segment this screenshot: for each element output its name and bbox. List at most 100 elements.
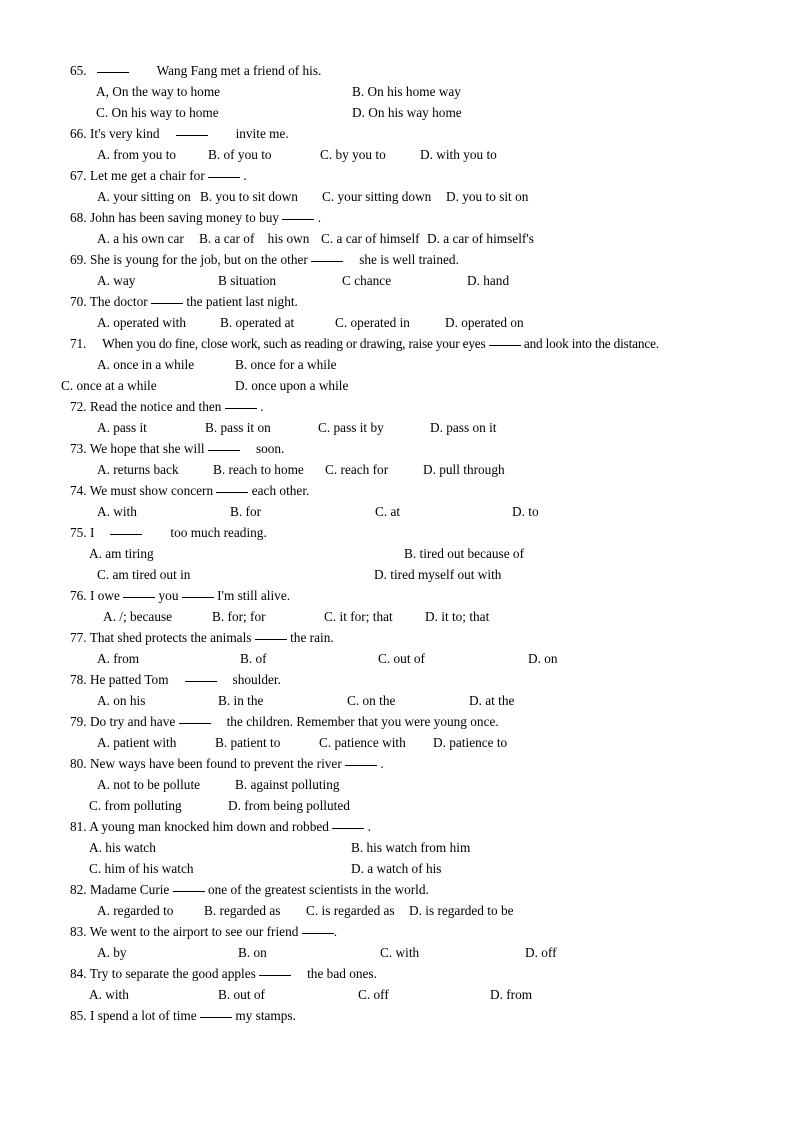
option-75-c[interactable]: C. am tired out in	[97, 564, 190, 585]
option-73-b[interactable]: B. reach to home	[213, 459, 304, 480]
question-number-66: 66.	[70, 126, 87, 141]
option-84-c[interactable]: C. off	[358, 984, 389, 1005]
option-82-d[interactable]: D. is regarded to be	[409, 900, 514, 921]
question-stem-74: 74. We must show concern each other.	[70, 480, 770, 501]
option-82-b[interactable]: B. regarded as	[204, 900, 280, 921]
option-83-c[interactable]: C. with	[380, 942, 419, 963]
question-text-72-after: .	[260, 399, 264, 414]
option-72-d[interactable]: D. pass on it	[430, 417, 497, 438]
option-73-a[interactable]: A. returns back	[97, 459, 179, 480]
option-76-b[interactable]: B. for; for	[212, 606, 266, 627]
question-options-69: A. way B situation C chance D. hand	[70, 270, 770, 291]
option-81-d[interactable]: D. a watch of his	[351, 858, 441, 879]
question-stem-81: 81. A young man knocked him down and rob…	[70, 816, 770, 837]
option-75-a[interactable]: A. am tiring	[89, 543, 154, 564]
option-79-a[interactable]: A. patient with	[97, 732, 176, 753]
question-stem-77: 77. That shed protects the animals the r…	[70, 627, 770, 648]
option-71-c[interactable]: C. once at a while	[61, 375, 157, 396]
question-stem-82: 82. Madame Curie one of the greatest sci…	[70, 879, 770, 900]
option-83-d[interactable]: D. off	[525, 942, 557, 963]
option-78-d[interactable]: D. at the	[469, 690, 514, 711]
option-84-d[interactable]: D. from	[490, 984, 532, 1005]
option-74-b[interactable]: B. for	[230, 501, 261, 522]
option-81-c[interactable]: C. him of his watch	[89, 858, 194, 879]
question-text-79-after: the children. Remember that you were you…	[226, 714, 499, 729]
option-68-b[interactable]: B. a car of his own	[199, 228, 309, 249]
option-74-d[interactable]: D. to	[512, 501, 539, 522]
question-stem-76: 76. I owe you I'm still alive.	[70, 585, 770, 606]
option-65-d[interactable]: D. On his way home	[352, 102, 462, 123]
option-77-a[interactable]: A. from	[97, 648, 139, 669]
option-69-c[interactable]: C chance	[342, 270, 391, 291]
option-67-c[interactable]: C. your sitting down	[322, 186, 431, 207]
option-68-a[interactable]: A. a his own car	[97, 228, 184, 249]
question-number-82: 82.	[70, 882, 87, 897]
question-text-85-before: I spend a lot of time	[89, 1008, 197, 1023]
option-75-d[interactable]: D. tired myself out with	[374, 564, 501, 585]
option-65-b[interactable]: B. On his home way	[352, 81, 461, 102]
option-73-d[interactable]: D. pull through	[423, 459, 505, 480]
answer-blank	[175, 135, 208, 136]
option-68-d[interactable]: D. a car of himself's	[427, 228, 534, 249]
option-80-c[interactable]: C. from polluting	[89, 795, 182, 816]
option-79-c[interactable]: C. patience with	[319, 732, 406, 753]
option-72-a[interactable]: A. pass it	[97, 417, 147, 438]
option-77-d[interactable]: D. on	[528, 648, 558, 669]
option-76-d[interactable]: D. it to; that	[425, 606, 489, 627]
option-70-c[interactable]: C. operated in	[335, 312, 410, 333]
option-78-c[interactable]: C. on the	[347, 690, 395, 711]
question-options-73: A. returns back B. reach to home C. reac…	[70, 459, 770, 480]
answer-blank	[151, 303, 184, 304]
option-70-b[interactable]: B. operated at	[220, 312, 294, 333]
option-66-a[interactable]: A. from you to	[97, 144, 176, 165]
option-66-b[interactable]: B. of you to	[208, 144, 272, 165]
option-81-a[interactable]: A. his watch	[89, 837, 156, 858]
option-83-a[interactable]: A. by	[97, 942, 127, 963]
option-73-c[interactable]: C. reach for	[325, 459, 388, 480]
option-79-b[interactable]: B. patient to	[215, 732, 280, 753]
option-79-d[interactable]: D. patience to	[433, 732, 507, 753]
option-72-c[interactable]: C. pass it by	[318, 417, 384, 438]
option-69-d[interactable]: D. hand	[467, 270, 509, 291]
question-list: 65. Wang Fang met a friend of his. A, On …	[61, 60, 770, 1026]
option-71-d[interactable]: D. once upon a while	[235, 375, 348, 396]
option-78-b[interactable]: B. in the	[218, 690, 263, 711]
option-84-b[interactable]: B. out of	[218, 984, 265, 1005]
option-76-a[interactable]: A. /; because	[103, 606, 172, 627]
option-84-a[interactable]: A. with	[89, 984, 129, 1005]
option-70-d[interactable]: D. operated on	[445, 312, 524, 333]
option-74-c[interactable]: C. at	[375, 501, 400, 522]
option-66-d[interactable]: D. with you to	[420, 144, 497, 165]
question-text-81-after: .	[367, 819, 371, 834]
option-74-a[interactable]: A. with	[97, 501, 137, 522]
question-number-67: 67.	[70, 168, 87, 183]
option-77-b[interactable]: B. of	[240, 648, 267, 669]
option-67-b[interactable]: B. you to sit down	[200, 186, 298, 207]
option-80-d[interactable]: D. from being polluted	[228, 795, 350, 816]
question-text-69-after: she is well trained.	[359, 252, 459, 267]
option-67-a[interactable]: A. your sitting on	[97, 186, 191, 207]
option-78-a[interactable]: A. on his	[97, 690, 145, 711]
option-70-a[interactable]: A. operated with	[97, 312, 186, 333]
option-77-c[interactable]: C. out of	[378, 648, 425, 669]
option-82-c[interactable]: C. is regarded as	[306, 900, 395, 921]
option-81-b[interactable]: B. his watch from him	[351, 837, 470, 858]
question-stem-72: 72. Read the notice and then .	[70, 396, 770, 417]
option-68-c[interactable]: C. a car of himself	[321, 228, 420, 249]
option-75-b[interactable]: B. tired out because of	[404, 543, 524, 564]
option-71-b[interactable]: B. once for a while	[235, 354, 337, 375]
option-82-a[interactable]: A. regarded to	[97, 900, 173, 921]
option-67-d[interactable]: D. you to sit on	[446, 186, 528, 207]
option-80-a[interactable]: A. not to be pollute	[97, 774, 200, 795]
option-69-b[interactable]: B situation	[218, 270, 276, 291]
option-80-b[interactable]: B. against polluting	[235, 774, 340, 795]
option-71-a[interactable]: A. once in a while	[97, 354, 194, 375]
option-72-b[interactable]: B. pass it on	[205, 417, 271, 438]
option-65-c[interactable]: C. On his way to home	[96, 102, 219, 123]
option-65-a[interactable]: A, On the way to home	[96, 81, 220, 102]
option-66-c[interactable]: C. by you to	[320, 144, 386, 165]
option-83-b[interactable]: B. on	[238, 942, 267, 963]
option-69-a[interactable]: A. way	[97, 270, 135, 291]
question-options-83: A. by B. on C. with D. off	[70, 942, 770, 963]
option-76-c[interactable]: C. it for; that	[324, 606, 393, 627]
